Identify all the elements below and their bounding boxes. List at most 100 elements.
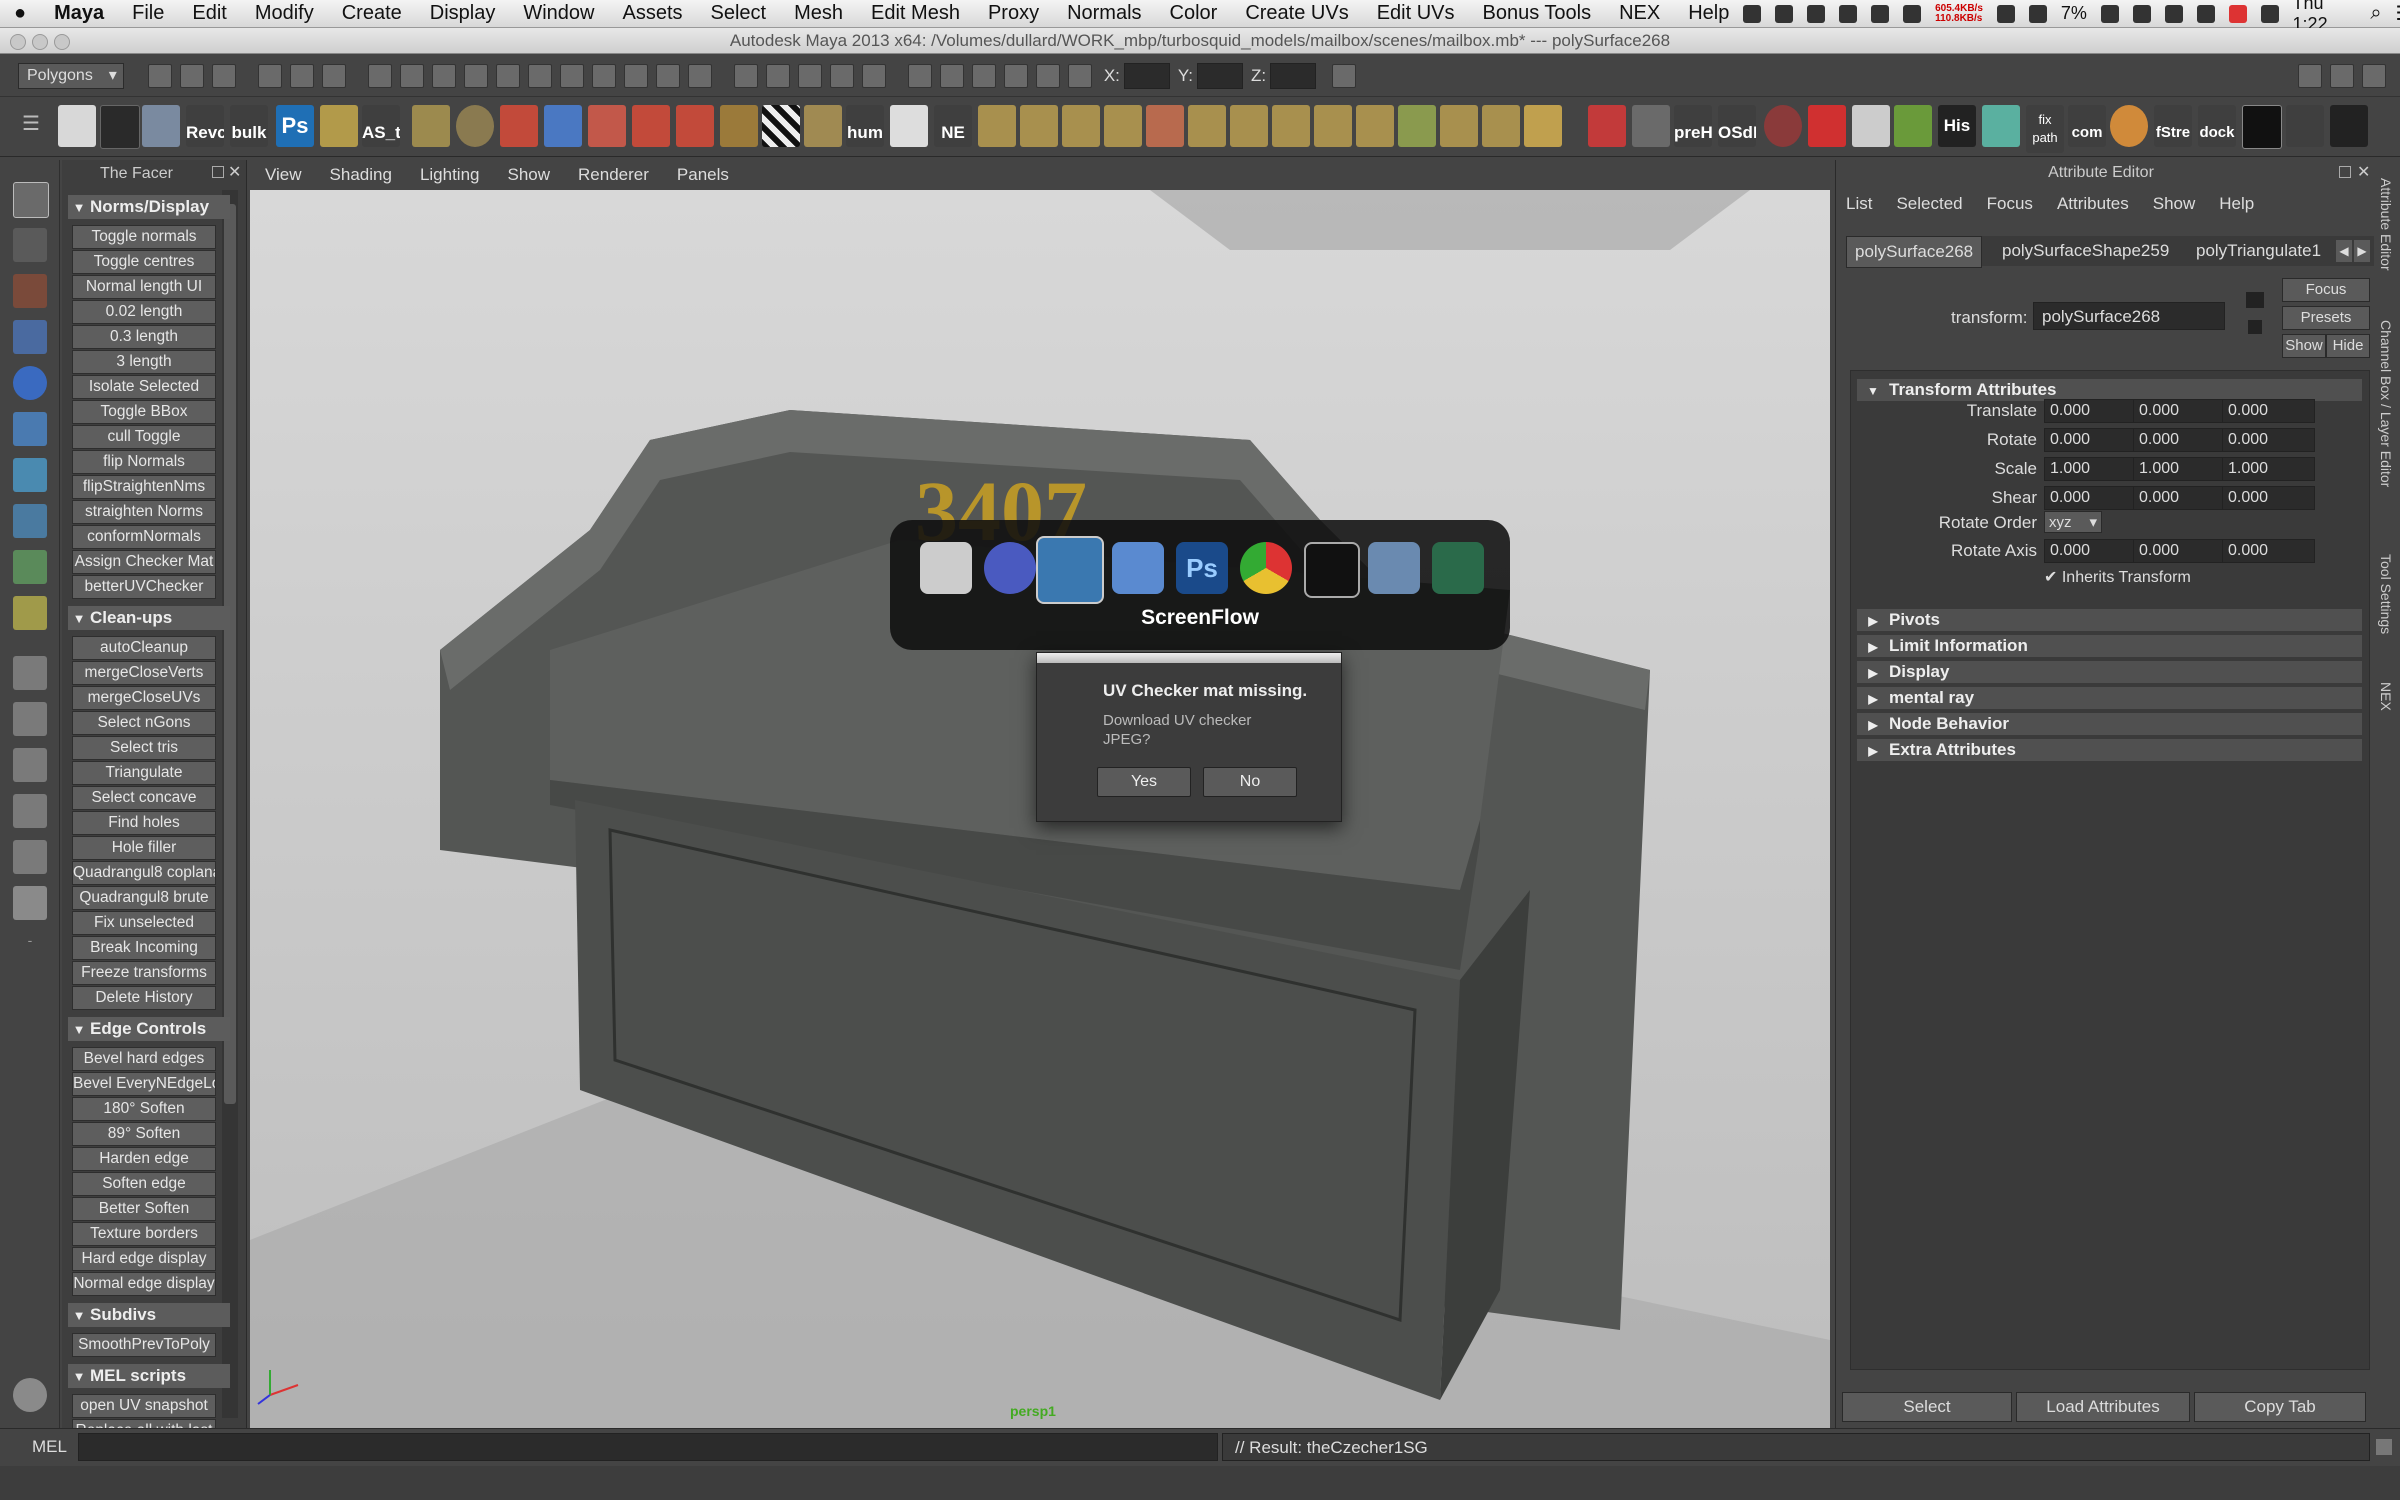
side-tab-tool-settings[interactable]: Tool Settings	[2372, 554, 2394, 634]
facer-button[interactable]: Quadrangul8 coplanar	[72, 861, 216, 885]
open-scene-icon[interactable]	[179, 63, 204, 88]
construction-icon[interactable]	[559, 63, 584, 88]
show-tool-settings-icon[interactable]	[2362, 63, 2386, 88]
attr-value-field[interactable]: 0.000	[2133, 486, 2226, 510]
facer-button[interactable]: Hole filler	[72, 836, 216, 860]
history-icon[interactable]	[527, 63, 552, 88]
lasso-tool-icon[interactable]	[13, 228, 47, 262]
ae-float-icon[interactable]	[2339, 166, 2351, 178]
chrome-app-icon[interactable]	[1240, 542, 1292, 594]
shelf-maya-icon[interactable]	[58, 105, 96, 147]
output-ops-icon[interactable]	[623, 63, 648, 88]
uv-editor-icon[interactable]	[1003, 63, 1028, 88]
facer-button[interactable]: SmoothPrevToPoly	[72, 1333, 216, 1357]
lock-icon[interactable]	[687, 63, 712, 88]
shelf-mirror-icon[interactable]	[1852, 105, 1890, 147]
tab-scroll-left-icon[interactable]: ◀	[2336, 240, 2352, 262]
shelf-paint-icon[interactable]	[500, 105, 538, 147]
save-scene-icon[interactable]	[211, 63, 236, 88]
attr-value-field[interactable]: 0.000	[2222, 486, 2315, 510]
shelf-poly-icon-10[interactable]	[1356, 105, 1394, 147]
viewport-menu-panels[interactable]: Panels	[677, 165, 729, 185]
transform-tool-icon[interactable]	[13, 550, 47, 584]
expand-triangle-icon[interactable]: ▶	[1857, 688, 1889, 710]
shelf-list-icon[interactable]	[890, 105, 928, 147]
z-field[interactable]	[1270, 62, 1317, 89]
ae-focus-button[interactable]: Focus	[2282, 278, 2370, 302]
network-monitor[interactable]: 605.4KB/s 110.8KB/s	[1935, 3, 1983, 24]
expand-triangle-icon[interactable]: ▶	[1857, 662, 1889, 684]
menu-maya[interactable]: Maya	[40, 2, 118, 25]
shelf-poly-icon-12[interactable]	[1440, 105, 1478, 147]
scale-tool-icon[interactable]	[13, 412, 47, 446]
ae-menu-list[interactable]: List	[1846, 194, 1872, 214]
transform-attributes-section[interactable]: ▼ Transform Attributes	[1857, 379, 2362, 401]
quick-layout-icon[interactable]	[13, 1378, 47, 1412]
script-editor-icon[interactable]	[2376, 1439, 2392, 1455]
menu-window[interactable]: Window	[509, 2, 608, 25]
facer-button[interactable]: mergeCloseVerts	[72, 661, 216, 685]
dropbox-icon[interactable]	[1839, 4, 1858, 23]
menu-edit[interactable]: Edit	[178, 2, 240, 25]
shelf-com-button[interactable]: com	[2068, 105, 2106, 147]
apple-icon[interactable]: ●	[0, 2, 40, 25]
facer-button[interactable]: Toggle centres	[72, 250, 216, 274]
blender-app-icon[interactable]	[984, 542, 1036, 594]
shelf-name-icon[interactable]	[1588, 105, 1626, 147]
shelf-cone-icon[interactable]	[632, 105, 670, 147]
soft-mod-tool-icon[interactable]	[13, 504, 47, 538]
menu-bonus-tools[interactable]: Bonus Tools	[1469, 2, 1606, 25]
tab-polysurfaceshape259[interactable]: polySurfaceShape259	[1994, 236, 2177, 266]
ae-menu-focus[interactable]: Focus	[1987, 194, 2033, 214]
battery-icon[interactable]	[2260, 4, 2279, 23]
facer-button[interactable]: Soften edge	[72, 1172, 216, 1196]
ae-menu-selected[interactable]: Selected	[1896, 194, 1962, 214]
absolute-transform-icon[interactable]	[1067, 63, 1092, 88]
menu-modify[interactable]: Modify	[241, 2, 328, 25]
facer-button[interactable]: Select nGons	[72, 711, 216, 735]
panel-layout-icon[interactable]	[907, 63, 932, 88]
facer-button[interactable]: mergeCloseUVs	[72, 686, 216, 710]
ae-goto-output-icon[interactable]	[2248, 320, 2262, 334]
ae-presets-button[interactable]: Presets	[2282, 306, 2370, 330]
display-icon[interactable]	[1903, 4, 1922, 23]
facer-button[interactable]: autoCleanup	[72, 636, 216, 660]
shelf-poly-icon-2[interactable]	[1020, 105, 1058, 147]
terminal-app-icon[interactable]	[1304, 542, 1360, 598]
facer-button[interactable]: Quadrangul8 brute	[72, 886, 216, 910]
facer-button[interactable]: Texture borders	[72, 1222, 216, 1246]
expand-triangle-icon[interactable]: ▶	[1857, 610, 1889, 632]
menu-edit-uvs[interactable]: Edit UVs	[1363, 2, 1469, 25]
attr-value-field[interactable]: 0.000	[2044, 428, 2137, 452]
ae-select-button[interactable]: Select	[1842, 1392, 2012, 1422]
collapse-triangle-icon[interactable]: ▼	[68, 1365, 90, 1388]
new-scene-icon[interactable]	[147, 63, 172, 88]
facer-button[interactable]: flip Normals	[72, 450, 216, 474]
collapse-triangle-icon[interactable]: ▼	[68, 607, 90, 630]
facer-section-header[interactable]: ▼ MEL scripts	[68, 1364, 230, 1388]
graph-editor-icon[interactable]	[1035, 63, 1060, 88]
shelf-tree-icon[interactable]	[2286, 105, 2324, 147]
hypershade-icon[interactable]	[861, 63, 886, 88]
mel-label[interactable]: MEL	[32, 1437, 67, 1457]
camera-icon[interactable]	[939, 63, 964, 88]
facer-button[interactable]: Normal length UI	[72, 275, 216, 299]
show-channel-box-icon[interactable]	[2298, 63, 2322, 88]
snap-grid-icon[interactable]	[367, 63, 392, 88]
facer-button[interactable]: 89° Soften	[72, 1122, 216, 1146]
snap-plane-icon[interactable]	[463, 63, 488, 88]
facer-button[interactable]: Find holes	[72, 811, 216, 835]
paint-select-tool-icon[interactable]	[13, 274, 47, 308]
shelf-terminal-icon[interactable]	[2242, 105, 2282, 149]
shelf-red-icon[interactable]	[1808, 105, 1846, 147]
ae-goto-input-icon[interactable]	[2246, 292, 2264, 308]
shelf-preh-button[interactable]: preH	[1674, 105, 1712, 147]
shelf-poly-icon-4[interactable]	[1104, 105, 1142, 147]
shelf-dock-button[interactable]: dock	[2198, 105, 2236, 147]
shelf-poly-icon-6[interactable]	[1188, 105, 1226, 147]
tray-app-icon[interactable]	[1743, 4, 1762, 23]
facer-button[interactable]: Better Soften	[72, 1197, 216, 1221]
shelf-poly-icon-13[interactable]	[1482, 105, 1520, 147]
facer-scroll-thumb[interactable]	[224, 204, 236, 1104]
collapse-triangle-icon[interactable]: ▼	[68, 196, 90, 219]
